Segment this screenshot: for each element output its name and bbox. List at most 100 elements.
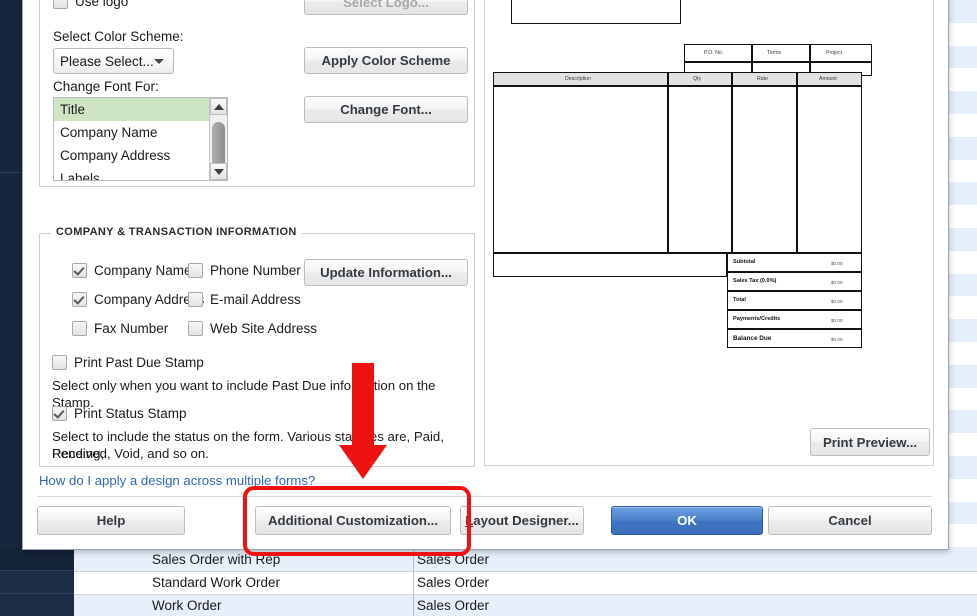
layout-designer-button[interactable]: Layout Designer... [460,506,584,535]
apply-design-help-link[interactable]: How do I apply a design across multiple … [39,473,315,488]
template-name: Sales Order with Rep [152,548,280,571]
checkbox-company-name[interactable]: Company Name [72,263,192,278]
template-list-row[interactable]: Standard Work Order Sales Order [74,571,977,594]
checkbox-print-past-due-stamp[interactable]: Print Past Due Stamp [52,355,204,370]
background-list-row [947,0,977,23]
scroll-down-icon[interactable] [210,163,227,180]
checkbox-web-site-address-box[interactable] [188,321,203,336]
scroll-up-icon[interactable] [210,98,227,115]
checkbox-email-address-box[interactable] [188,292,203,307]
print-preview-button[interactable]: Print Preview... [810,428,930,456]
cancel-button[interactable]: Cancel [768,506,932,535]
checkbox-fax-number-label: Fax Number [94,321,168,336]
font-option-0[interactable]: Title [54,98,227,121]
background-list-row [947,160,977,183]
background-list-row [947,524,977,547]
invoice-table-header-qty-label: Qty [693,76,701,82]
font-option-1[interactable]: Company Name [54,121,227,144]
invoice-meta-header-po-label: P.O. No. [704,50,723,56]
footer-separator [37,496,932,497]
background-list-row [947,456,977,479]
checkbox-print-status-stamp-label: Print Status Stamp [74,406,187,421]
background-list-row [947,296,977,319]
template-type: Sales Order [417,548,489,571]
invoice-total-label-2: Total [733,297,746,303]
update-information-button[interactable]: Update Information... [304,259,468,286]
company-transaction-group-title: COMPANY & TRANSACTION INFORMATION [51,226,302,238]
background-list-row [947,205,977,228]
checkbox-company-name-label: Company Name [94,263,192,278]
template-type: Sales Order [417,571,489,594]
checkbox-email-address[interactable]: E-mail Address [188,292,301,307]
checkbox-company-address[interactable]: Company Address [72,292,204,307]
checkbox-fax-number-box[interactable] [72,321,87,336]
invoice-table-body-amount [797,86,862,253]
background-list-row [947,365,977,388]
font-option-3[interactable]: Labels [54,167,227,181]
checkbox-print-past-due-stamp-box[interactable] [52,355,67,370]
background-list-row [947,274,977,297]
use-logo-checkbox[interactable]: Use logo [53,0,128,9]
template-name: Standard Work Order [152,571,280,594]
select-logo-button[interactable]: Select Logo... [304,0,468,15]
checkbox-web-site-address[interactable]: Web Site Address [188,321,317,336]
background-left-panel-inner [0,0,22,548]
checkbox-company-name-box[interactable] [72,263,87,278]
background-list-row [947,479,977,502]
template-list-row[interactable]: Work OrderSales Order [74,594,977,616]
checkbox-web-site-address-label: Web Site Address [210,321,317,336]
template-list-row-divider [74,571,977,572]
change-font-listbox[interactable]: TitleCompany NameCompany AddressLabels [53,97,228,181]
invoice-table-header-rate-label: Rate [757,76,768,82]
help-button[interactable]: Help [37,506,185,535]
use-logo-label: Use logo [75,0,128,9]
invoice-meta-header-terms-label: Terms [767,50,781,56]
apply-color-scheme-button[interactable]: Apply Color Scheme [304,47,468,74]
invoice-table-body-rate [732,86,797,253]
select-color-scheme-label: Select Color Scheme: [53,29,184,44]
template-list-row[interactable]: Sales Order with Rep Sales Order [74,548,977,571]
background-list-row [947,137,977,160]
checkbox-fax-number[interactable]: Fax Number [72,321,168,336]
template-list[interactable]: Sales Order with RepSales OrderStandard … [74,548,977,616]
background-list-row [947,251,977,274]
template-name: Work Order [152,594,222,616]
checkbox-print-status-stamp[interactable]: Print Status Stamp [52,406,187,421]
invoice-total-amount-1: $0.00 [831,280,843,285]
background-list-row [947,23,977,46]
checkbox-print-status-stamp-box[interactable] [52,406,67,421]
change-font-scrollbar[interactable] [209,98,227,180]
background-list-row [947,228,977,251]
additional-customization-button[interactable]: Additional Customization... [255,506,451,535]
checkbox-company-address-box[interactable] [72,292,87,307]
use-logo-checkbox-box[interactable] [53,0,68,9]
checkbox-phone-number[interactable]: Phone Number [188,263,301,278]
invoice-total-amount-3: $0.00 [831,318,843,323]
background-list-row [947,114,977,137]
ok-button[interactable]: OK [611,506,763,535]
background-list-right-edge [947,0,977,616]
invoice-total-label-3: Payments/Credits [733,316,780,322]
invoice-table-header-description-label: Description [565,76,591,82]
color-scheme-combobox[interactable]: Please Select... [53,48,174,74]
template-list-row-divider [74,594,977,595]
invoice-meta-header-project-label: Project [826,50,842,56]
change-font-options[interactable]: TitleCompany NameCompany AddressLabels [54,98,227,181]
background-list-row [947,182,977,205]
checkbox-email-address-label: E-mail Address [210,292,301,307]
background-list-row [947,68,977,91]
change-font-button[interactable]: Change Font... [304,96,468,123]
background-list-row [947,319,977,342]
change-font-for-label: Change Font For: [53,79,159,94]
invoice-bill-to-box [511,0,681,24]
form-preview-panel: Date and time stamp Bill To P.O. No. Ter… [484,0,934,466]
invoice-total-label-0: Subtotal [733,259,755,265]
checkbox-phone-number-box[interactable] [188,263,203,278]
template-list-column-divider [413,548,414,616]
font-option-2[interactable]: Company Address [54,144,227,167]
red-annotation-arrow [333,363,393,483]
invoice-total-label-1: Sales Tax (0.0%) [733,278,776,284]
invoice-table-body-description [493,86,668,253]
background-list-row [947,502,977,525]
background-list-row [947,342,977,365]
